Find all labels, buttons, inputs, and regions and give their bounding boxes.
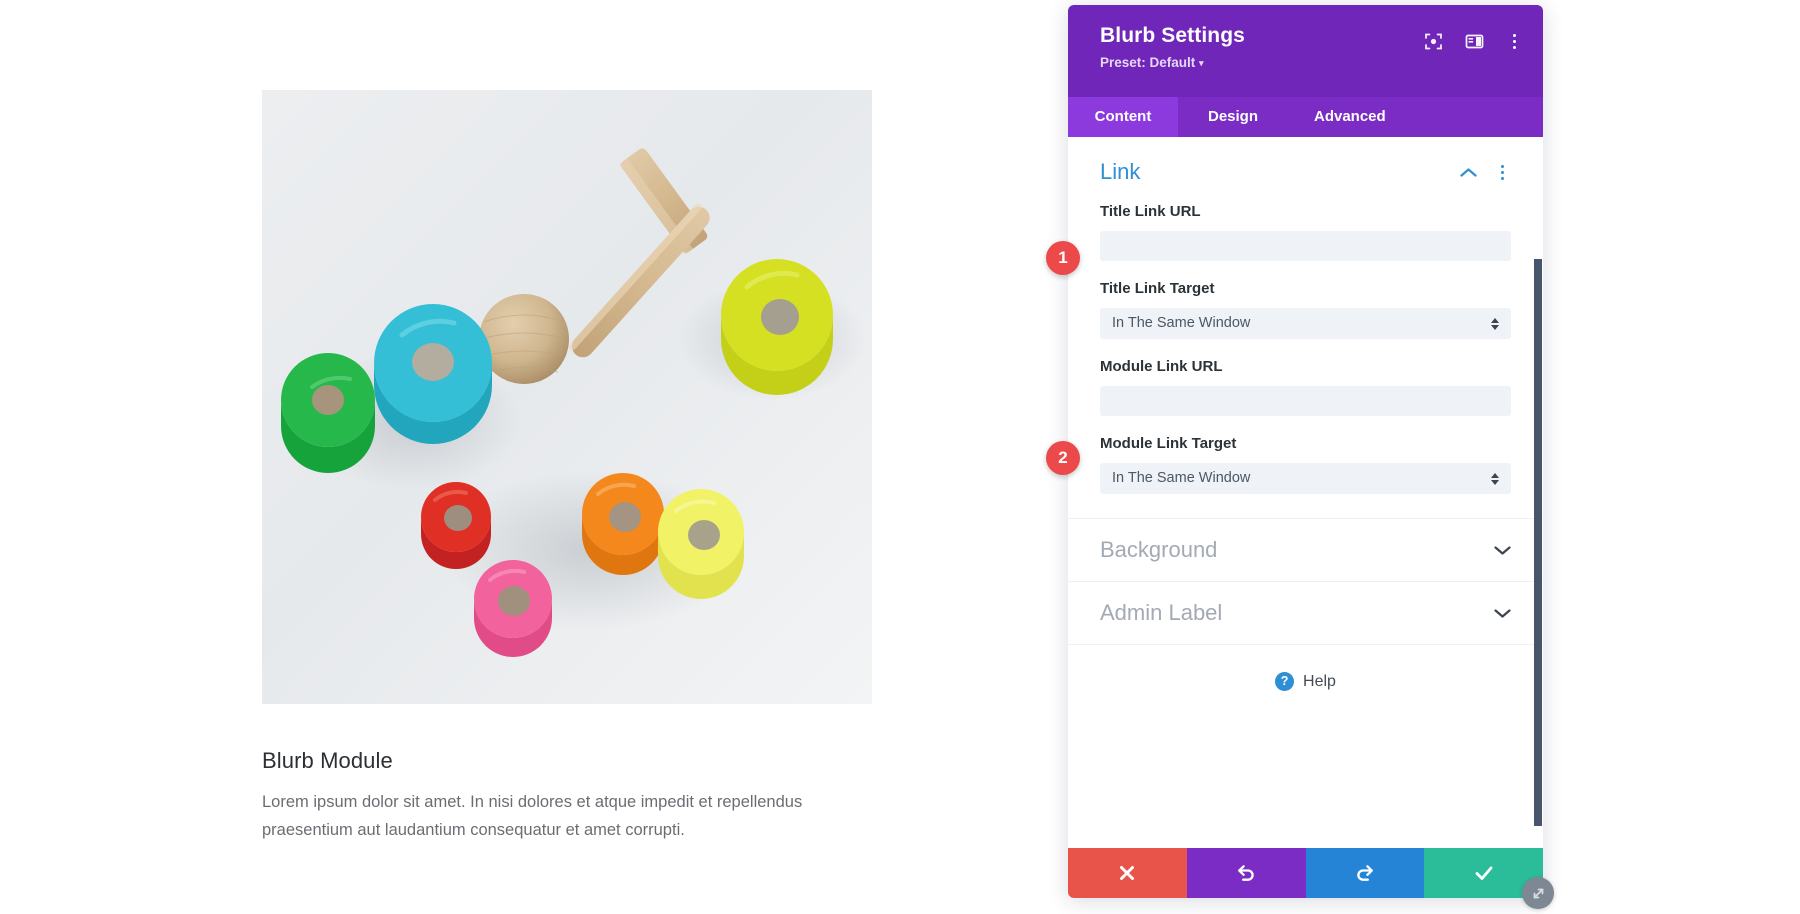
undo-icon <box>1238 865 1254 881</box>
section-link: Link Title Link URL Title Link Target In… <box>1068 137 1543 519</box>
tab-advanced[interactable]: Advanced <box>1288 97 1412 137</box>
modal-footer-actions <box>1068 848 1543 898</box>
resize-handle-icon <box>1533 888 1543 898</box>
blurb-settings-modal: Blurb Settings Preset: Default ▾ Content… <box>1068 5 1554 909</box>
tab-design[interactable]: Design <box>1178 97 1288 137</box>
title-link-url-input[interactable] <box>1100 231 1511 261</box>
help-icon: ? <box>1275 672 1295 691</box>
section-link-kebab-icon[interactable] <box>1493 162 1511 183</box>
close-icon <box>1120 866 1135 880</box>
title-link-url-field: Title Link URL <box>1100 203 1511 261</box>
title-link-target-field: Title Link Target In The Same Window <box>1100 280 1511 339</box>
page-preview-canvas: Blurb Module Lorem ipsum dolor sit amet.… <box>0 0 1068 914</box>
title-link-target-label: Title Link Target <box>1100 280 1215 297</box>
modal-tabs: Content Design Advanced <box>1068 97 1543 137</box>
wooden-toy-rings-photo <box>262 90 872 704</box>
modal-header: Blurb Settings Preset: Default ▾ <box>1068 5 1543 97</box>
module-link-target-value: In The Same Window <box>1100 463 1511 494</box>
blurb-description: Lorem ipsum dolor sit amet. In nisi dolo… <box>262 793 803 840</box>
cancel-button[interactable] <box>1068 848 1187 898</box>
undo-button[interactable] <box>1186 848 1306 898</box>
resize-handle[interactable] <box>1522 877 1554 909</box>
kebab-menu-icon[interactable] <box>1505 31 1523 52</box>
module-link-target-field: Module Link Target In The Same Window <box>1100 435 1511 494</box>
blurb-title: Blurb Module <box>262 748 393 773</box>
chevron-up-icon[interactable] <box>1460 167 1477 178</box>
section-background[interactable]: Background <box>1068 519 1543 582</box>
blurb-module[interactable]: Blurb Module Lorem ipsum dolor sit amet.… <box>262 90 872 845</box>
preset-label: Preset: Default <box>1100 55 1196 70</box>
settings-scrollbar-thumb[interactable] <box>1534 259 1542 826</box>
focus-target-icon[interactable] <box>1423 31 1444 52</box>
layout-panel-icon[interactable] <box>1464 31 1485 52</box>
settings-scrollbar-track[interactable] <box>1534 137 1543 848</box>
tab-content[interactable]: Content <box>1068 97 1178 137</box>
section-link-header[interactable]: Link <box>1100 159 1511 185</box>
help-button[interactable]: ? Help <box>1068 645 1543 718</box>
modal-header-icons <box>1423 31 1523 52</box>
title-link-target-select[interactable]: In The Same Window <box>1100 308 1511 339</box>
annotation-badge-1: 1 <box>1046 241 1080 275</box>
chevron-down-icon[interactable] <box>1494 608 1511 619</box>
section-admin-label[interactable]: Admin Label <box>1068 582 1543 645</box>
app-root: Blurb Module Lorem ipsum dolor sit amet.… <box>0 0 1800 914</box>
section-background-title: Background <box>1100 537 1218 562</box>
annotation-badge-2: 2 <box>1046 441 1080 475</box>
chevron-down-icon: ▾ <box>1199 58 1204 68</box>
module-link-url-label: Module Link URL <box>1100 358 1223 375</box>
preset-selector[interactable]: Preset: Default ▾ <box>1100 55 1519 70</box>
section-link-controls <box>1460 162 1511 183</box>
title-link-target-value: In The Same Window <box>1100 308 1511 339</box>
help-label: Help <box>1303 672 1336 690</box>
blurb-image <box>262 90 872 704</box>
check-icon <box>1475 866 1493 880</box>
section-admin-label-title: Admin Label <box>1100 600 1223 625</box>
modal-body: Link Title Link URL Title Link Target In… <box>1068 137 1543 848</box>
module-link-url-input[interactable] <box>1100 386 1511 416</box>
redo-icon <box>1357 865 1373 881</box>
section-link-title: Link <box>1100 159 1141 184</box>
module-link-target-label: Module Link Target <box>1100 435 1237 452</box>
module-link-url-field: Module Link URL <box>1100 358 1511 416</box>
chevron-down-icon[interactable] <box>1494 545 1511 556</box>
module-link-target-select[interactable]: In The Same Window <box>1100 463 1511 494</box>
redo-button[interactable] <box>1305 848 1425 898</box>
title-link-url-label: Title Link URL <box>1100 203 1201 220</box>
